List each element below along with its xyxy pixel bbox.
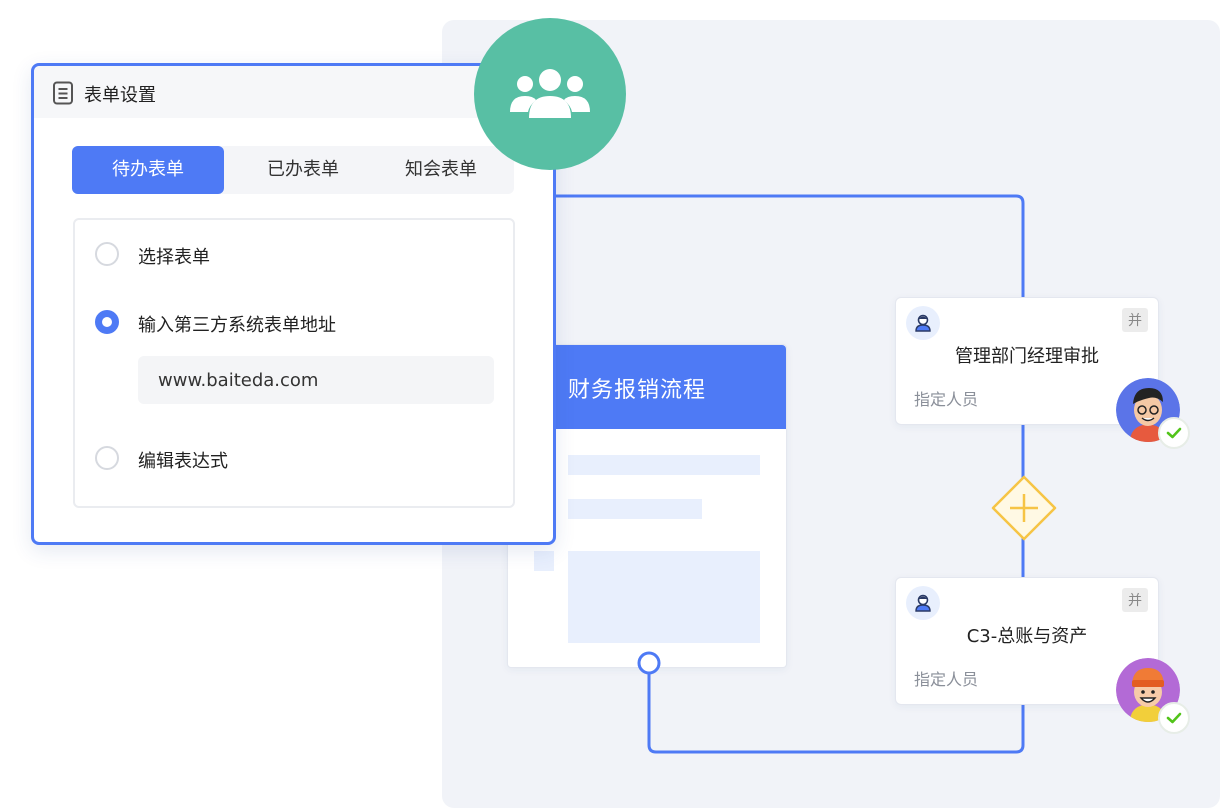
- connection-port[interactable]: [636, 650, 662, 676]
- option-label: 选择表单: [138, 247, 210, 268]
- content-placeholder: [534, 551, 554, 571]
- parallel-badge: 并: [1122, 308, 1148, 332]
- radio-select-form[interactable]: [95, 242, 119, 266]
- check-icon: [1158, 702, 1190, 734]
- node-assignee: 指定人员: [914, 670, 979, 689]
- connector-top: [540, 194, 1025, 298]
- form-source-options: 选择表单 输入第三方系统表单地址 编辑表达式: [73, 218, 515, 508]
- node-title: C3-总账与资产: [966, 626, 1088, 647]
- parallel-badge: 并: [1122, 588, 1148, 612]
- check-icon: [1158, 417, 1190, 449]
- content-placeholder: [568, 499, 702, 519]
- form-tabs: 待办表单 已办表单 知会表单: [72, 146, 514, 194]
- radio-third-party-url[interactable]: [95, 310, 119, 334]
- parallel-gateway-plus-icon[interactable]: [990, 474, 1058, 542]
- content-placeholder: [568, 455, 760, 475]
- third-party-url-input[interactable]: [138, 356, 494, 404]
- person-icon: [906, 306, 940, 340]
- process-title: 财务报销流程: [568, 378, 707, 403]
- users-group-icon: [474, 18, 626, 170]
- tab-pending-form[interactable]: 待办表单: [72, 146, 224, 194]
- content-placeholder: [568, 551, 760, 643]
- form-document-icon: [53, 81, 73, 105]
- radio-edit-expression[interactable]: [95, 446, 119, 470]
- person-icon: [906, 586, 940, 620]
- form-settings-panel: 表单设置 待办表单 已办表单 知会表单 选择表单 输入第三方系统表单地址 编辑表…: [31, 63, 556, 545]
- tab-completed-form[interactable]: 已办表单: [228, 146, 378, 194]
- tab-notify-form[interactable]: 知会表单: [368, 146, 514, 194]
- panel-title: 表单设置: [84, 85, 156, 106]
- option-label: 输入第三方系统表单地址: [138, 315, 336, 336]
- node-title: 管理部门经理审批: [955, 346, 1099, 367]
- option-label: 编辑表达式: [138, 451, 228, 472]
- node-assignee: 指定人员: [914, 390, 979, 409]
